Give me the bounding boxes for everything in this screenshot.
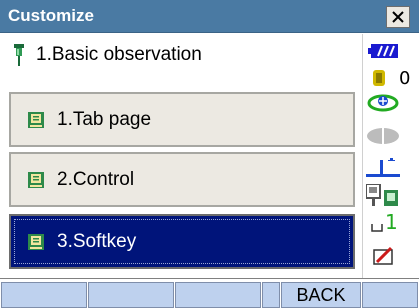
tilt-icon: [366, 158, 400, 177]
window-title: Customize: [8, 6, 94, 25]
softkey-1[interactable]: [1, 282, 87, 308]
close-button[interactable]: [386, 6, 410, 28]
softkey-2[interactable]: [88, 282, 174, 308]
back-button-label: BACK: [296, 284, 346, 305]
book-icon: [28, 111, 44, 128]
input-mode-value: 1: [385, 210, 398, 234]
close-icon: [392, 11, 404, 23]
battery-icon: [368, 44, 398, 58]
menu-panel: 1.Basic observation 1.Tab page 2.Control: [0, 34, 362, 278]
menu-item-label: 3.Softkey: [57, 230, 137, 252]
back-button[interactable]: BACK: [281, 282, 361, 308]
softkey-3[interactable]: [175, 282, 261, 308]
edit-disabled-icon: [373, 246, 393, 265]
breadcrumb-label: 1.Basic observation: [36, 44, 202, 65]
softkey-4[interactable]: [262, 282, 280, 308]
breadcrumb: 1.Basic observation: [12, 43, 202, 67]
menu-item-label: 2.Control: [57, 168, 135, 190]
input-mode-icon: [371, 224, 383, 232]
survey-pin-icon: [14, 44, 24, 66]
menu-item-tab-page[interactable]: 1.Tab page: [9, 92, 355, 147]
book-icon: [28, 233, 44, 250]
target-icon: [367, 94, 399, 112]
status-sidebar: 0 1: [362, 34, 419, 278]
title-bar: Customize: [0, 0, 419, 33]
device-icon: [366, 184, 398, 206]
memory-icon: [373, 70, 385, 86]
softkey-6[interactable]: [362, 282, 418, 308]
softkey-bar: BACK: [0, 278, 419, 308]
book-icon: [28, 171, 44, 188]
prism-icon: [367, 127, 399, 145]
menu-item-softkey[interactable]: 3.Softkey: [9, 214, 355, 269]
memory-value: 0: [399, 68, 411, 89]
menu-item-label: 1.Tab page: [57, 108, 152, 130]
menu-item-control[interactable]: 2.Control: [9, 152, 355, 207]
